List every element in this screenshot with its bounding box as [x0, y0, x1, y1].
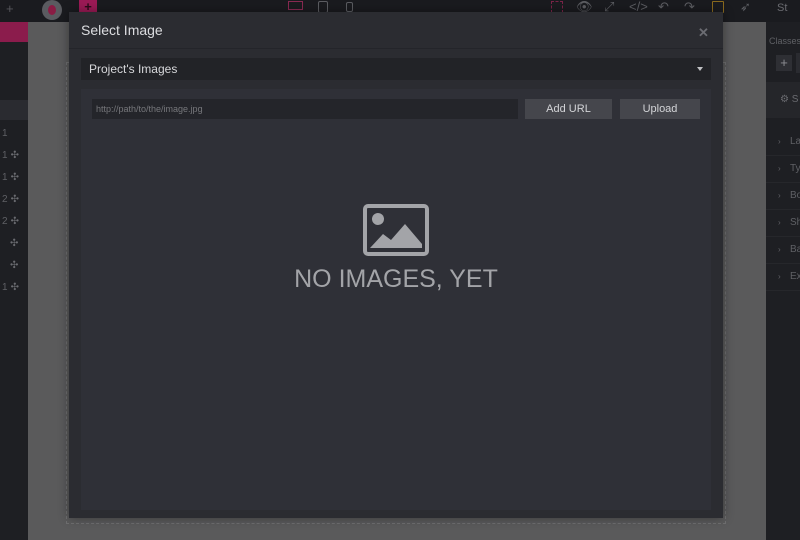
style-section[interactable]: › Bo — [766, 184, 800, 210]
chevron-down-icon — [697, 67, 703, 71]
style-section-label: Sh — [790, 217, 800, 228]
move-icon[interactable]: ✣ — [11, 172, 19, 183]
chevron-right-icon: › — [778, 137, 781, 146]
style-manager-label: St — [777, 2, 788, 14]
chevron-right-icon: › — [778, 164, 781, 173]
active-tab-indicator — [0, 22, 28, 42]
settings-row[interactable]: ⚙ S — [766, 82, 800, 118]
modal-title: Select Image — [81, 22, 163, 38]
layer-count: 2 — [2, 194, 8, 205]
layer-manager-panel: 1 1 ✣ 1 ✣ 2 ✣ 2 ✣ ✣ ✣ 1 ✣ — [0, 22, 28, 540]
asset-manager-content: Add URL Upload NO IMAGES, YET — [81, 89, 711, 510]
layer-row[interactable]: 2 ✣ — [2, 216, 19, 227]
style-manager-tab[interactable]: St — [767, 0, 800, 22]
layer-row[interactable]: 1 ✣ — [2, 150, 19, 161]
layer-count: 2 — [2, 216, 8, 227]
add-url-button[interactable]: Add URL — [525, 99, 612, 119]
chevron-right-icon: › — [778, 218, 781, 227]
style-section[interactable]: › Ex — [766, 265, 800, 291]
chevron-right-icon: › — [778, 191, 781, 200]
chevron-right-icon: › — [778, 272, 781, 281]
layer-row[interactable]: 1 — [2, 128, 8, 139]
rocket-icon[interactable]: ➶ — [740, 0, 751, 14]
image-source-select[interactable]: Project's Images — [81, 58, 711, 80]
style-section-label: Ex — [790, 271, 800, 282]
add-class-button[interactable]: + — [776, 55, 792, 71]
upload-button[interactable]: Upload — [620, 99, 700, 119]
classes-label: Classes — [769, 36, 800, 46]
move-icon[interactable]: ✣ — [11, 150, 19, 161]
layer-row[interactable]: 1 ✣ — [2, 282, 19, 293]
desktop-device-icon[interactable] — [288, 1, 303, 10]
style-section-label: Ba — [790, 244, 800, 255]
layer-count: 1 — [2, 128, 8, 139]
layer-row[interactable]: ✣ — [7, 238, 18, 249]
plus-icon[interactable]: + — [6, 1, 14, 16]
layer-count: 1 — [2, 150, 8, 161]
style-section[interactable]: › Ba — [766, 238, 800, 264]
style-section-label: Bo — [790, 190, 800, 201]
close-icon[interactable]: ✕ — [698, 25, 709, 41]
style-section[interactable]: › La — [766, 130, 800, 156]
style-manager-panel: Classes + ⚙ S › La › Ty › Bo › Sh › Ba › Ex — [766, 22, 800, 540]
mobile-device-icon[interactable] — [346, 2, 353, 12]
move-icon[interactable]: ✣ — [11, 194, 19, 205]
move-icon[interactable]: ✣ — [10, 260, 18, 271]
modal-header: Select Image ✕ — [69, 12, 723, 49]
move-icon[interactable]: ✣ — [10, 238, 18, 249]
select-image-modal: Select Image ✕ Project's Images Add URL … — [69, 12, 723, 518]
move-icon[interactable]: ✣ — [11, 216, 19, 227]
layer-count: 1 — [2, 172, 8, 183]
layer-row[interactable]: 2 ✣ — [2, 194, 19, 205]
layer-row[interactable]: 1 ✣ — [2, 172, 19, 183]
settings-label: S — [791, 94, 799, 105]
image-url-input[interactable] — [92, 99, 518, 119]
image-source-selected: Project's Images — [89, 62, 178, 76]
image-icon — [363, 204, 429, 256]
class-input[interactable] — [796, 53, 800, 73]
layer-row[interactable]: ✣ — [7, 260, 18, 271]
empty-state-text: NO IMAGES, YET — [294, 265, 498, 293]
style-section-label: La — [790, 136, 800, 147]
style-section[interactable]: › Ty — [766, 157, 800, 183]
layer-header — [0, 100, 28, 120]
layer-count: 1 — [2, 282, 8, 293]
style-section[interactable]: › Sh — [766, 211, 800, 237]
chevron-right-icon: › — [778, 245, 781, 254]
logo-icon — [42, 0, 62, 20]
style-section-label: Ty — [790, 163, 800, 174]
move-icon[interactable]: ✣ — [11, 282, 19, 293]
